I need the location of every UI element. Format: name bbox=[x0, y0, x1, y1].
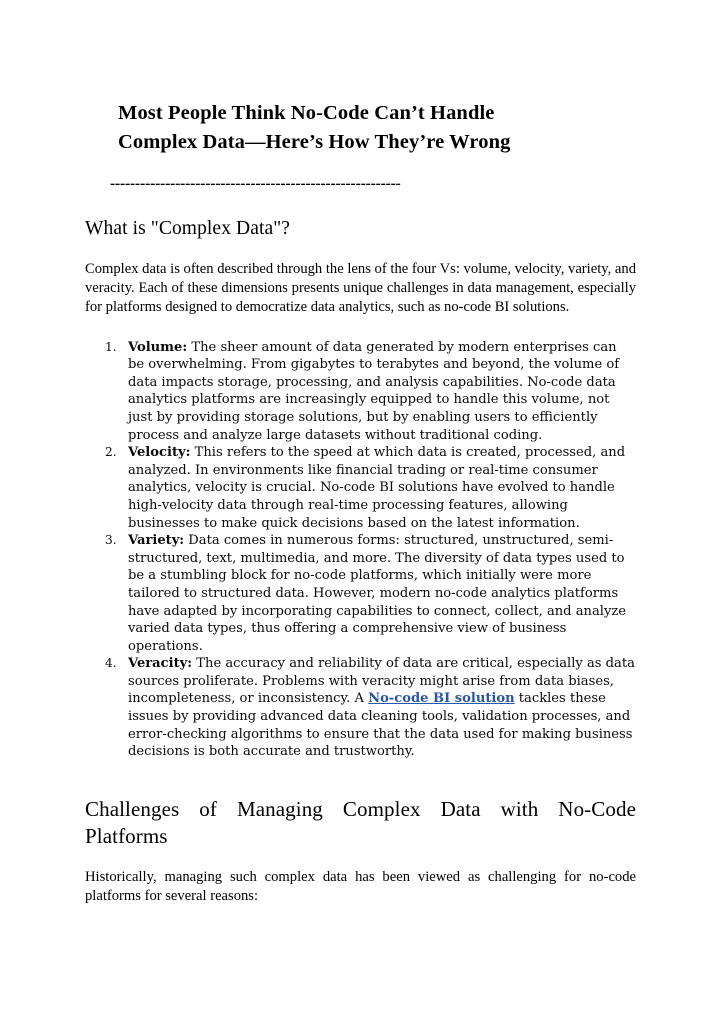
section-heading-what-is-complex-data: What is "Complex Data"? bbox=[85, 218, 291, 239]
horizontal-dashed-divider: ----------------------------------------… bbox=[110, 176, 401, 191]
list-item-text: This refers to the speed at which data i… bbox=[128, 445, 626, 531]
list-item: Velocity: This refers to the speed at wh… bbox=[85, 444, 636, 532]
list-item-term: Volume: bbox=[128, 339, 188, 355]
section2-paragraph: Historically, managing such complex data… bbox=[85, 868, 636, 905]
no-code-bi-solution-link[interactable]: No-code BI solution bbox=[368, 691, 515, 706]
list-item-term: Variety: bbox=[128, 533, 185, 549]
page-title-line-2: Complex Data—Here’s How They’re Wrong bbox=[118, 131, 511, 153]
document-content: What is "Complex Data"? Complex data is … bbox=[85, 216, 636, 906]
section-heading-challenges: Challenges of Managing Complex Data with… bbox=[85, 796, 636, 848]
list-item: Variety: Data comes in numerous forms: s… bbox=[85, 532, 636, 655]
section1-intro-paragraph: Complex data is often described through … bbox=[85, 261, 636, 316]
list-item: Volume: The sheer amount of data generat… bbox=[85, 339, 636, 445]
document-page: Most People Think No-Code Can’t Handle C… bbox=[0, 0, 720, 1017]
list-item: Veracity: The accuracy and reliability o… bbox=[85, 655, 636, 761]
page-title-line-1: Most People Think No-Code Can’t Handle bbox=[118, 102, 495, 124]
list-item-text: The sheer amount of data generated by mo… bbox=[128, 339, 620, 443]
list-item-text: Data comes in numerous forms: structured… bbox=[128, 533, 627, 654]
four-vs-list: Volume: The sheer amount of data generat… bbox=[85, 339, 636, 761]
list-item-term: Veracity: bbox=[128, 656, 193, 672]
list-item-term: Velocity: bbox=[128, 445, 191, 461]
page-title: Most People Think No-Code Can’t Handle C… bbox=[118, 99, 618, 157]
